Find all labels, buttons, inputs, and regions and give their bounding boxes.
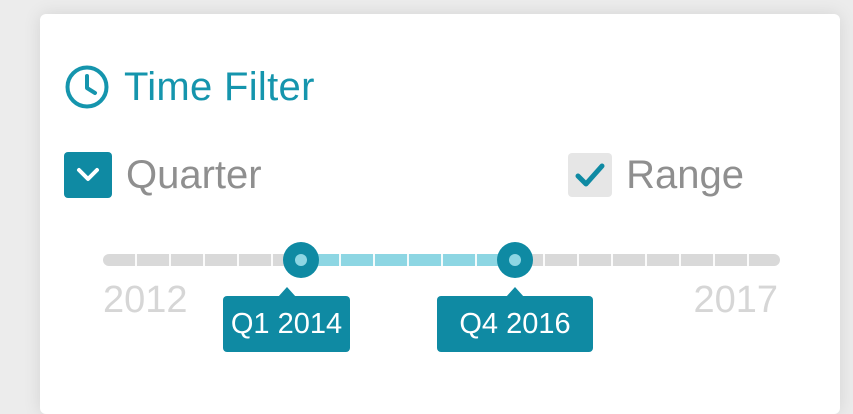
panel-header: Time Filter xyxy=(64,64,315,110)
slider-end-handle[interactable] xyxy=(497,242,533,278)
slider-min-label: 2012 xyxy=(103,279,188,321)
start-value-tooltip: Q1 2014 xyxy=(223,287,350,352)
slider-ticks xyxy=(103,254,780,266)
checkmark-icon xyxy=(575,163,605,187)
chevron-down-icon xyxy=(77,168,99,181)
quarter-dropdown-button[interactable] xyxy=(64,152,112,198)
filter-options: Quarter Range xyxy=(64,152,744,202)
quarter-label: Quarter xyxy=(126,153,262,197)
end-value-tooltip: Q4 2016 xyxy=(437,287,593,352)
quarter-dropdown[interactable]: Quarter xyxy=(64,152,262,198)
slider-max-label: 2017 xyxy=(693,279,778,321)
clock-icon xyxy=(65,65,109,109)
range-checkbox[interactable]: Range xyxy=(568,152,744,198)
panel-title: Time Filter xyxy=(124,65,315,109)
time-range-slider[interactable] xyxy=(103,242,780,278)
range-label: Range xyxy=(626,153,744,197)
slider-track[interactable] xyxy=(103,254,780,266)
range-checkbox-box[interactable] xyxy=(568,153,613,197)
slider-start-handle[interactable] xyxy=(283,242,319,278)
